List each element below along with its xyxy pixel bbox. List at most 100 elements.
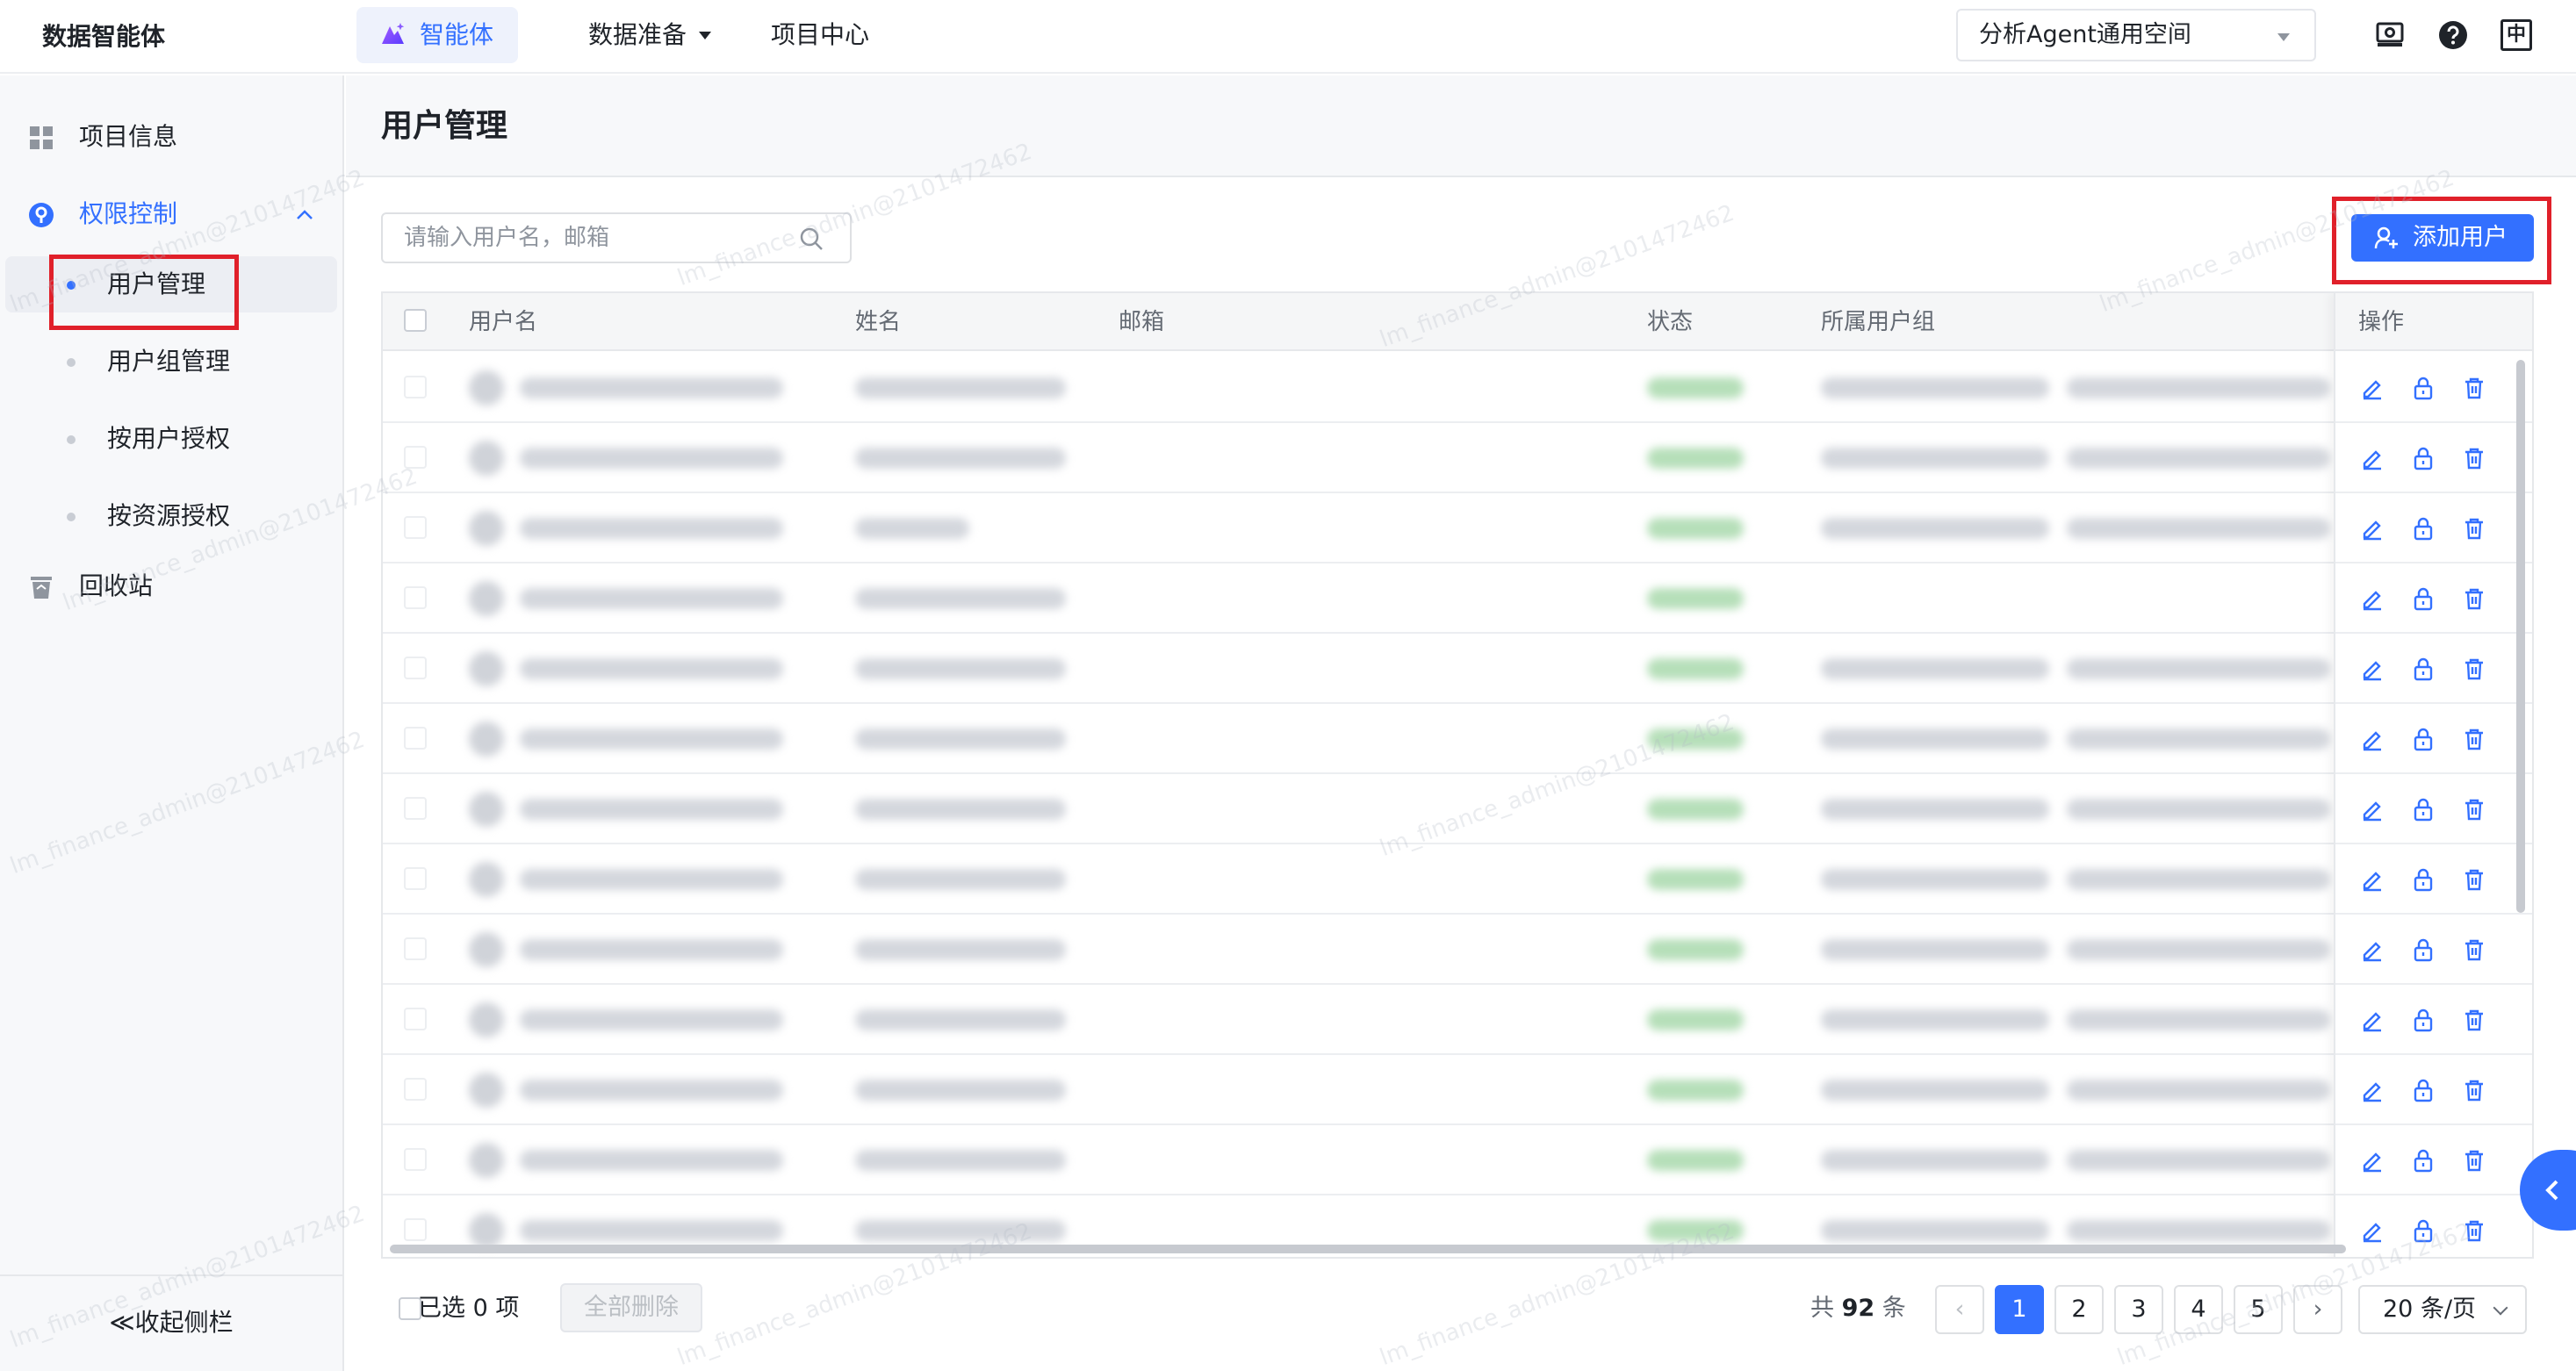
delete-icon[interactable] xyxy=(2462,516,2486,541)
lock-icon[interactable] xyxy=(2411,797,2436,822)
language-toggle[interactable]: 中 xyxy=(2500,19,2532,51)
add-user-button[interactable]: 添加用户 xyxy=(2351,214,2534,262)
lock-icon[interactable] xyxy=(2411,867,2436,892)
delete-icon[interactable] xyxy=(2462,376,2486,400)
lock-icon[interactable] xyxy=(2411,1008,2436,1032)
row-checkbox[interactable] xyxy=(404,1148,427,1171)
lock-icon[interactable] xyxy=(2411,727,2436,751)
search-input[interactable]: 请输入用户名，邮箱 xyxy=(381,212,852,263)
sidebar-item-authorize-by-resource[interactable]: 按资源授权 xyxy=(0,488,344,544)
edit-icon[interactable] xyxy=(2360,1078,2385,1102)
table-row[interactable] xyxy=(383,1055,2532,1125)
delete-icon[interactable] xyxy=(2462,586,2486,611)
prev-page-button[interactable]: ‹ xyxy=(1935,1285,1984,1334)
sidebar-item-recycle-bin[interactable]: 回收站 xyxy=(0,558,344,614)
help-icon[interactable] xyxy=(2437,19,2469,51)
page-button-1[interactable]: 1 xyxy=(1995,1285,2044,1334)
edit-icon[interactable] xyxy=(2360,867,2385,892)
table-row[interactable] xyxy=(383,423,2532,493)
table-row[interactable] xyxy=(383,634,2532,704)
table-row[interactable] xyxy=(383,1125,2532,1195)
row-checkbox[interactable] xyxy=(404,727,427,750)
nav-data-prep[interactable]: 数据准备 xyxy=(588,7,712,63)
row-checkbox[interactable] xyxy=(404,797,427,820)
edit-icon[interactable] xyxy=(2360,1008,2385,1032)
edit-icon[interactable] xyxy=(2360,657,2385,681)
edit-icon[interactable] xyxy=(2360,937,2385,962)
edit-icon[interactable] xyxy=(2360,516,2385,541)
edit-icon[interactable] xyxy=(2360,1148,2385,1173)
lock-icon[interactable] xyxy=(2411,1148,2436,1173)
collapse-sidebar-button[interactable]: ≪收起侧栏 xyxy=(0,1274,342,1371)
table-row[interactable] xyxy=(383,844,2532,915)
delete-icon[interactable] xyxy=(2462,1218,2486,1243)
next-page-button[interactable]: › xyxy=(2293,1285,2342,1334)
row-checkbox[interactable] xyxy=(404,657,427,679)
row-checkbox[interactable] xyxy=(404,376,427,398)
table-row[interactable] xyxy=(383,704,2532,774)
nav-agent[interactable]: 智能体 xyxy=(356,7,518,63)
delete-icon[interactable] xyxy=(2462,1148,2486,1173)
nav-project-center[interactable]: 项目中心 xyxy=(771,7,869,63)
row-checkbox[interactable] xyxy=(404,446,427,469)
table-row[interactable] xyxy=(383,774,2532,844)
table-row[interactable] xyxy=(383,915,2532,985)
lock-icon[interactable] xyxy=(2411,1218,2436,1243)
lock-icon[interactable] xyxy=(2411,657,2436,681)
row-checkbox[interactable] xyxy=(404,516,427,539)
edit-icon[interactable] xyxy=(2360,727,2385,751)
lock-icon[interactable] xyxy=(2411,516,2436,541)
settings-screen-icon[interactable] xyxy=(2374,19,2406,51)
horizontal-scrollbar[interactable] xyxy=(390,1245,2346,1253)
avatar xyxy=(469,1213,504,1248)
row-checkbox[interactable] xyxy=(404,1218,427,1241)
sidebar-item-user-group-management[interactable]: 用户组管理 xyxy=(0,334,344,390)
table-row[interactable] xyxy=(383,563,2532,634)
table-row[interactable] xyxy=(383,493,2532,563)
delete-all-button[interactable]: 全部删除 xyxy=(560,1283,702,1332)
row-username xyxy=(520,448,783,469)
sidebar-item-project-info[interactable]: 项目信息 xyxy=(0,109,344,165)
row-checkbox[interactable] xyxy=(404,937,427,960)
sidebar-item-permission-control[interactable]: 权限控制 xyxy=(0,186,344,242)
delete-icon[interactable] xyxy=(2462,446,2486,470)
delete-icon[interactable] xyxy=(2462,867,2486,892)
edit-icon[interactable] xyxy=(2360,1218,2385,1243)
lock-icon[interactable] xyxy=(2411,1078,2436,1102)
row-group xyxy=(2067,869,2330,890)
sidebar-item-authorize-by-user[interactable]: 按用户授权 xyxy=(0,411,344,467)
delete-icon[interactable] xyxy=(2462,727,2486,751)
page-button-4[interactable]: 4 xyxy=(2174,1285,2223,1334)
edit-icon[interactable] xyxy=(2360,797,2385,822)
edit-icon[interactable] xyxy=(2360,376,2385,400)
row-checkbox[interactable] xyxy=(404,586,427,609)
page-button-2[interactable]: 2 xyxy=(2054,1285,2104,1334)
add-user-label: 添加用户 xyxy=(2413,224,2508,251)
edit-icon[interactable] xyxy=(2360,446,2385,470)
edit-icon[interactable] xyxy=(2360,586,2385,611)
row-checkbox[interactable] xyxy=(404,1008,427,1030)
lock-icon[interactable] xyxy=(2411,446,2436,470)
row-username xyxy=(520,1150,783,1171)
delete-icon[interactable] xyxy=(2462,1078,2486,1102)
row-group xyxy=(2067,939,2330,960)
lock-icon[interactable] xyxy=(2411,376,2436,400)
row-group xyxy=(1821,1080,2049,1101)
select-all-checkbox[interactable] xyxy=(404,309,427,332)
page-size-select[interactable]: 20 条/页 xyxy=(2358,1285,2527,1334)
row-checkbox[interactable] xyxy=(404,1078,427,1101)
table-row[interactable] xyxy=(383,353,2532,423)
delete-icon[interactable] xyxy=(2462,937,2486,962)
delete-icon[interactable] xyxy=(2462,1008,2486,1032)
page-button-5[interactable]: 5 xyxy=(2234,1285,2283,1334)
page-button-3[interactable]: 3 xyxy=(2114,1285,2163,1334)
row-checkbox[interactable] xyxy=(404,867,427,890)
workspace-select[interactable]: 分析Agent通用空间 xyxy=(1956,9,2316,61)
delete-icon[interactable] xyxy=(2462,797,2486,822)
delete-icon[interactable] xyxy=(2462,657,2486,681)
table-row[interactable] xyxy=(383,985,2532,1055)
column-actions: 操作 xyxy=(2335,293,2532,351)
lock-icon[interactable] xyxy=(2411,937,2436,962)
lock-icon[interactable] xyxy=(2411,586,2436,611)
vertical-scrollbar[interactable] xyxy=(2516,360,2525,913)
